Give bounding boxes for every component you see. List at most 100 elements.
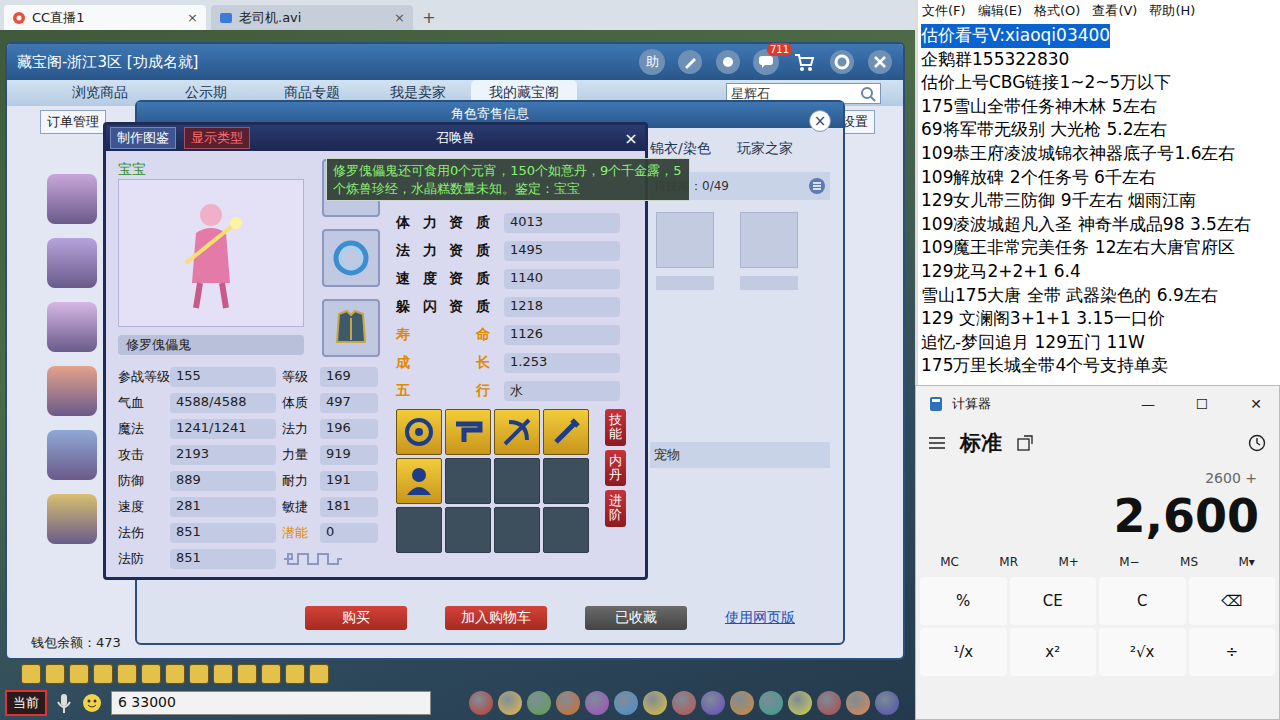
toolbar-button[interactable]: [759, 691, 783, 715]
calculator-key[interactable]: %: [920, 577, 1007, 625]
skill-slot[interactable]: [396, 409, 442, 455]
skill-slot[interactable]: [494, 458, 540, 504]
toolbar-button[interactable]: [672, 691, 696, 715]
edit-icon[interactable]: [677, 49, 703, 75]
side-tab-button[interactable]: 内丹: [605, 450, 626, 487]
microphone-icon[interactable]: [55, 692, 73, 714]
window-control-button[interactable]: —: [1125, 396, 1171, 412]
skill-slot[interactable]: [396, 458, 442, 504]
side-tab-button[interactable]: 技能: [605, 409, 626, 446]
toolbar-button[interactable]: [701, 691, 725, 715]
calculator-key[interactable]: C: [1099, 577, 1186, 625]
order-management-button[interactable]: 订单管理: [40, 110, 106, 134]
toolbar-button[interactable]: [817, 691, 841, 715]
tab-close-button[interactable]: ×: [394, 10, 405, 25]
hud-button[interactable]: [141, 664, 161, 684]
toolbar-button[interactable]: [730, 691, 754, 715]
action-button[interactable]: 已收藏: [585, 606, 687, 630]
toolbar-button[interactable]: [846, 691, 870, 715]
hud-button[interactable]: [21, 664, 41, 684]
cart-icon[interactable]: [791, 49, 817, 75]
toolbar-button[interactable]: [498, 691, 522, 715]
equipment-slot[interactable]: [322, 229, 380, 287]
skill-slot[interactable]: [396, 507, 442, 553]
search-icon[interactable]: [860, 86, 876, 102]
notepad-text[interactable]: 估价看号V:xiaoqi03400企鹅群155322830估价上号CBG链接1~…: [918, 22, 1280, 380]
hud-button[interactable]: [237, 664, 257, 684]
skill-slot[interactable]: [445, 507, 491, 553]
menu-item[interactable]: 格式(O): [1034, 2, 1080, 20]
pet-header-button[interactable]: 制作图鉴: [110, 127, 176, 149]
emoji-icon[interactable]: [81, 692, 103, 714]
hud-button[interactable]: [309, 664, 329, 684]
hud-button[interactable]: [261, 664, 281, 684]
hud-button[interactable]: [285, 664, 305, 684]
hud-button[interactable]: [189, 664, 209, 684]
calculator-key[interactable]: ⌫: [1189, 577, 1276, 625]
equipment-slot[interactable]: [322, 299, 380, 357]
keep-on-top-icon[interactable]: [1016, 434, 1034, 452]
hud-button[interactable]: [165, 664, 185, 684]
memory-button[interactable]: MC: [940, 555, 959, 569]
side-tab-button[interactable]: 进阶: [605, 490, 626, 527]
skill-slot[interactable]: [543, 458, 589, 504]
skill-slot[interactable]: [494, 507, 540, 553]
help-button[interactable]: 助: [639, 49, 665, 75]
calculator-key[interactable]: ÷: [1189, 628, 1276, 676]
pet-section-bar[interactable]: 宠物: [650, 442, 830, 468]
menu-item[interactable]: 编辑(E): [978, 2, 1022, 20]
toolbar-button[interactable]: [875, 691, 899, 715]
toolbar-button[interactable]: [469, 691, 493, 715]
skill-slot[interactable]: [445, 458, 491, 504]
toolbar-button[interactable]: [527, 691, 551, 715]
calculator-key[interactable]: x²: [1010, 628, 1097, 676]
character-avatar[interactable]: [47, 430, 97, 480]
calculator-key[interactable]: ¹/x: [920, 628, 1007, 676]
character-avatar[interactable]: [47, 494, 97, 544]
toolbar-button[interactable]: [585, 691, 609, 715]
message-icon[interactable]: 711: [753, 49, 779, 75]
hud-button[interactable]: [93, 664, 113, 684]
settings-gear-icon[interactable]: [829, 49, 855, 75]
history-icon[interactable]: [1247, 433, 1267, 453]
menu-item[interactable]: 帮助(H): [1149, 2, 1195, 20]
menu-icon[interactable]: [928, 435, 946, 451]
memory-button[interactable]: M▾: [1238, 555, 1254, 569]
action-button[interactable]: 购买: [305, 606, 407, 630]
toolbar-button[interactable]: [614, 691, 638, 715]
list-icon[interactable]: [808, 177, 826, 195]
memory-button[interactable]: MS: [1180, 555, 1198, 569]
role-tab[interactable]: 锦衣/染色: [650, 140, 711, 158]
action-button[interactable]: 加入购物车: [445, 606, 547, 630]
memory-button[interactable]: MR: [999, 555, 1018, 569]
chat-channel[interactable]: 当前: [5, 690, 47, 716]
skill-slot[interactable]: [543, 507, 589, 553]
skill-slot[interactable]: [445, 409, 491, 455]
skill-slot[interactable]: [543, 409, 589, 455]
close-icon[interactable]: [867, 49, 893, 75]
hud-button[interactable]: [45, 664, 65, 684]
character-avatar[interactable]: [47, 366, 97, 416]
role-tab[interactable]: 玩家之家: [737, 140, 793, 158]
calculator-key[interactable]: CE: [1010, 577, 1097, 625]
character-avatar[interactable]: [47, 238, 97, 288]
new-tab-button[interactable]: +: [418, 6, 440, 28]
hud-button[interactable]: [117, 664, 137, 684]
browser-tab[interactable]: 老司机.avi×: [211, 5, 413, 30]
calculator-key[interactable]: ²√x: [1099, 628, 1186, 676]
pet-header-button[interactable]: 显示类型: [184, 127, 250, 149]
hud-button[interactable]: [69, 664, 89, 684]
toolbar-button[interactable]: [556, 691, 580, 715]
skill-slot[interactable]: [494, 409, 540, 455]
tab-close-button[interactable]: ×: [187, 10, 198, 25]
character-avatar[interactable]: [47, 302, 97, 352]
window-control-button[interactable]: ☐: [1179, 396, 1225, 412]
toolbar-button[interactable]: [788, 691, 812, 715]
role-close-button[interactable]: ×: [809, 110, 831, 132]
hud-button[interactable]: [213, 664, 233, 684]
web-version-link[interactable]: 使用网页版: [725, 609, 795, 627]
browser-tab[interactable]: CC直播1×: [4, 5, 206, 30]
record-icon[interactable]: [715, 49, 741, 75]
memory-button[interactable]: M+: [1058, 555, 1078, 569]
chat-input[interactable]: 6 33000: [111, 691, 431, 715]
